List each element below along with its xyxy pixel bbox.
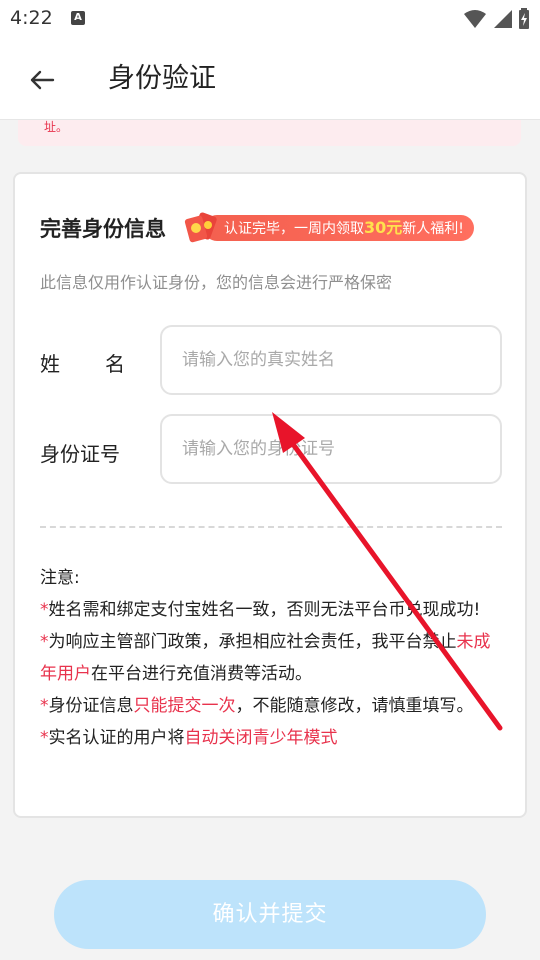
identity-info-card: 完善身份信息 认证完毕，一周内领取30元新人福利! 此信息仅用作认证身份，您的信… (13, 172, 527, 818)
name-label-part2: 名 (105, 352, 125, 376)
note-item-2: *为响应主管部门政策，承担相应社会责任，我平台禁止未成年用户在平台进行充值消费等… (40, 626, 505, 690)
note-star: * (40, 632, 49, 652)
notice-banner: 址。 (18, 120, 521, 146)
notes-section: 注意: *姓名需和绑定支付宝姓名一致，否则无法平台币兑现成功! *为响应主管部门… (40, 562, 505, 754)
wifi-icon (464, 10, 486, 28)
id-number-input[interactable] (162, 416, 500, 482)
notice-text: 址。 (44, 120, 69, 134)
arrow-left-icon (30, 70, 55, 90)
signal-icon (494, 10, 512, 28)
note-star: * (40, 600, 49, 620)
status-icons (464, 8, 530, 30)
note-4-highlight: 自动关闭青少年模式 (184, 728, 338, 748)
card-title: 完善身份信息 (40, 217, 166, 241)
id-number-label: 身份证号 (40, 442, 120, 466)
note-3-text-b: ，不能随意修改，请慎重填写。 (235, 696, 474, 716)
note-1-text: 姓名需和绑定支付宝姓名一致，否则无法平台币兑现成功! (48, 600, 481, 620)
id-number-field-box (160, 414, 502, 484)
note-3-text-a: 身份证信息 (48, 696, 134, 716)
dashed-divider (40, 526, 502, 528)
status-bar: 4:22 A (0, 0, 540, 38)
notification-a-icon: A (71, 11, 85, 25)
status-time: 4:22 (10, 7, 53, 29)
note-4-text-a: 实名认证的用户将 (48, 728, 185, 748)
app-bar: 身份验证 (0, 38, 540, 120)
note-2-text-a: 为响应主管部门政策，承担相应社会责任，我平台禁止 (48, 632, 457, 652)
submit-button[interactable]: 确认并提交 (54, 880, 486, 949)
privacy-subtitle: 此信息仅用作认证身份，您的信息会进行严格保密 (40, 273, 393, 292)
name-input[interactable] (162, 327, 500, 393)
promo-suffix: 新人福利! (402, 221, 464, 237)
note-star: * (40, 696, 49, 716)
name-field-box (160, 325, 502, 395)
red-envelope-icon (184, 212, 217, 243)
promo-text: 认证完毕，一周内领取30元新人福利! (204, 215, 474, 241)
note-star: * (40, 728, 49, 748)
notes-heading: 注意: (40, 568, 80, 588)
back-button[interactable] (22, 60, 62, 100)
note-item-1: *姓名需和绑定支付宝姓名一致，否则无法平台币兑现成功! (40, 594, 505, 626)
promo-amount: 30元 (364, 218, 403, 237)
note-item-4: *实名认证的用户将自动关闭青少年模式 (40, 722, 505, 754)
battery-icon (519, 8, 529, 29)
page-title: 身份验证 (108, 63, 216, 94)
name-label-part1: 姓 (40, 352, 60, 376)
note-item-3: *身份证信息只能提交一次，不能随意修改，请慎重填写。 (40, 690, 505, 722)
note-2-text-b: 在平台进行充值消费等活动。 (91, 664, 312, 684)
promo-prefix: 认证完毕，一周内领取 (224, 221, 364, 237)
name-label: 姓名 (40, 348, 125, 377)
note-3-highlight: 只能提交一次 (133, 696, 236, 716)
